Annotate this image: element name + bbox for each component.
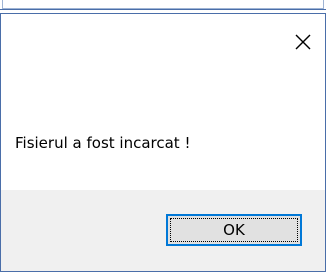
dialog-message: Fisierul a fost incarcat ! <box>15 134 191 152</box>
ok-button-label: OK <box>223 221 245 239</box>
background-window-edge <box>0 0 326 10</box>
message-dialog: Fisierul a fost incarcat ! OK <box>0 13 326 272</box>
dialog-title-bar <box>1 14 325 76</box>
dialog-footer: OK <box>1 190 325 271</box>
ok-button[interactable]: OK <box>166 214 302 246</box>
close-icon <box>295 34 311 50</box>
close-button[interactable] <box>289 28 317 56</box>
background-window-border <box>2 0 324 9</box>
dialog-content: Fisierul a fost incarcat ! <box>1 76 325 191</box>
